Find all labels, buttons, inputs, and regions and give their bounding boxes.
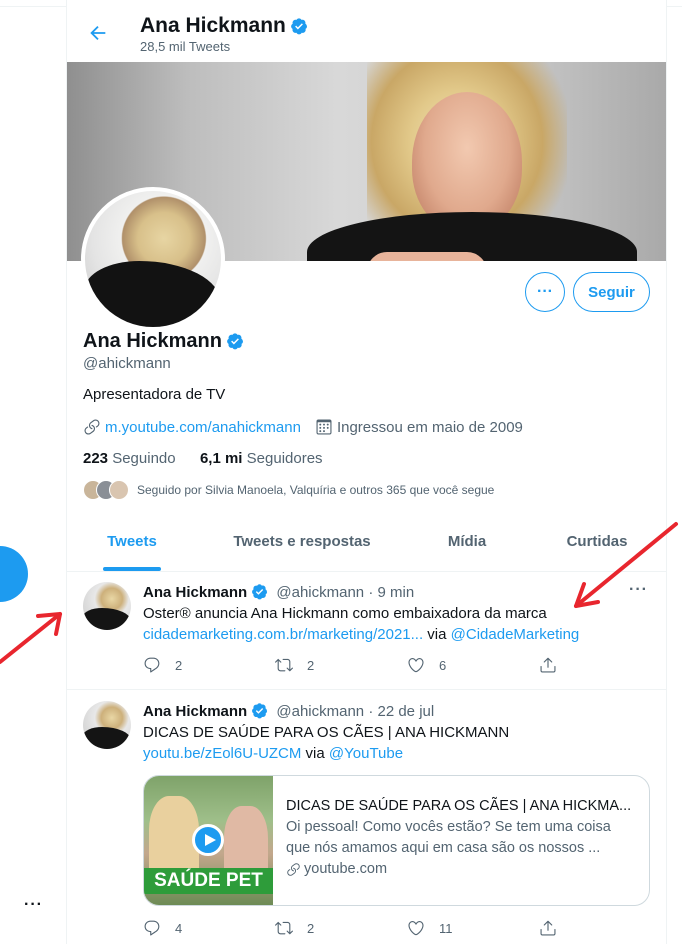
like-button[interactable]: 6	[407, 656, 446, 674]
share-button[interactable]	[539, 919, 571, 937]
profile-tabs: Tweets Tweets e respostas Mídia Curtidas	[67, 518, 666, 572]
tweet-link[interactable]: youtu.be/zEol6U-UZCM	[143, 745, 301, 762]
profile-column: Ana Hickmann 28,5 mil Tweets ··· Seguir …	[66, 0, 667, 944]
profile-name: Ana Hickmann	[83, 330, 244, 353]
tweet-actions: 4 2 11	[143, 919, 583, 939]
retweet-icon	[275, 921, 293, 935]
tweet-mention[interactable]: @YouTube	[329, 745, 403, 762]
verified-badge-icon	[227, 333, 243, 350]
tweet-avatar[interactable]	[83, 582, 131, 630]
back-arrow-icon[interactable]	[87, 22, 109, 44]
share-icon	[540, 657, 556, 673]
tweet-text: DICAS DE SAÚDE PARA OS CÃES | ANA HICKMA…	[143, 724, 510, 762]
tweet-handle: @ahickmann	[276, 584, 365, 601]
tweet-link[interactable]: cidademarketing.com.br/marketing/2021...	[143, 626, 423, 643]
tweet-compose-button[interactable]	[0, 546, 28, 602]
tweet-actions: 2 2 6	[143, 656, 583, 676]
tweet-time[interactable]: · 22 de jul	[368, 703, 434, 720]
followers-link[interactable]: 6,1 mi Seguidores	[200, 450, 323, 467]
tweet-avatar[interactable]	[83, 701, 131, 749]
profile-handle: @ahickmann	[83, 355, 171, 372]
profile-avatar[interactable]	[81, 187, 225, 331]
follower-avatar	[109, 480, 129, 500]
banner-hand	[367, 252, 487, 261]
retweet-button[interactable]: 2	[275, 919, 314, 937]
header-name: Ana Hickmann	[140, 14, 286, 37]
calendar-icon	[316, 419, 332, 435]
card-title: DICAS DE SAÚDE PARA OS CÃES | ANA HICKMA…	[286, 798, 632, 814]
retweet-button[interactable]: 2	[275, 656, 314, 674]
tweet-text: Oster® anuncia Ana Hickmann como embaixa…	[143, 605, 580, 643]
verified-badge-icon	[252, 584, 268, 600]
card-body: DICAS DE SAÚDE PARA OS CÃES | ANA HICKMA…	[286, 796, 636, 880]
tweet-mention[interactable]: @CidadeMarketing	[451, 626, 580, 643]
follow-button[interactable]: Seguir	[573, 272, 650, 312]
follow-stats: 223 Seguindo 6,1 mi Seguidores	[83, 450, 323, 467]
tweet-handle: @ahickmann	[276, 703, 365, 720]
play-icon[interactable]	[192, 824, 224, 856]
following-link[interactable]: 223 Seguindo	[83, 450, 176, 467]
banner-face	[412, 92, 522, 232]
link-icon	[84, 419, 100, 435]
tab-tweets[interactable]: Tweets	[67, 518, 197, 571]
reply-icon	[144, 920, 160, 936]
profile-website-link[interactable]: m.youtube.com/anahickmann	[105, 419, 301, 436]
more-button[interactable]: ···	[525, 272, 565, 312]
card-thumbnail: SAÚDE PET	[144, 776, 273, 905]
profile-header-bar: Ana Hickmann 28,5 mil Tweets	[67, 8, 666, 61]
tweet-header: Ana Hickmann @ahickmann · 22 de jul	[143, 702, 434, 720]
tab-likes[interactable]: Curtidas	[547, 518, 647, 571]
tweet-author[interactable]: Ana Hickmann	[143, 703, 247, 720]
heart-icon	[408, 658, 424, 673]
header-title: Ana Hickmann	[140, 14, 308, 38]
reply-button[interactable]: 2	[143, 656, 182, 674]
card-domain: youtube.com	[286, 859, 636, 880]
reply-icon	[144, 657, 160, 673]
profile-bio: Apresentadora de TV	[83, 386, 226, 403]
like-button[interactable]: 11	[407, 919, 453, 937]
tweet-header: Ana Hickmann @ahickmann · 9 min	[143, 583, 414, 601]
profile-meta: m.youtube.com/anahickmann Ingressou em m…	[83, 418, 523, 436]
link-preview-card[interactable]: SAÚDE PET DICAS DE SAÚDE PARA OS CÃES | …	[143, 775, 650, 906]
tweet-time[interactable]: · 9 min	[368, 584, 414, 601]
share-icon	[540, 920, 556, 936]
tweet-count: 28,5 mil Tweets	[140, 39, 231, 54]
verified-badge-icon	[291, 18, 307, 35]
tweet[interactable]: Ana Hickmann @ahickmann · 22 de jul DICA…	[67, 690, 666, 944]
tweet[interactable]: Ana Hickmann @ahickmann · 9 min ··· Oste…	[67, 571, 666, 690]
share-button[interactable]	[539, 656, 571, 674]
more-options-icon[interactable]: ···	[24, 896, 43, 914]
tweet-more-icon[interactable]: ···	[629, 581, 648, 599]
annotation-arrow-left	[0, 612, 62, 664]
card-description: Oi pessoal! Como vocês estão? Se tem uma…	[286, 819, 611, 856]
heart-icon	[408, 921, 424, 936]
retweet-icon	[275, 658, 293, 672]
tab-media[interactable]: Mídia	[422, 518, 512, 571]
followed-by[interactable]: Seguido por Silvia Manoela, Valquíria e …	[83, 480, 494, 500]
verified-badge-icon	[252, 703, 268, 719]
joined-date: Ingressou em maio de 2009	[336, 418, 523, 436]
link-icon	[287, 863, 300, 876]
tab-tweets-and-replies[interactable]: Tweets e respostas	[217, 518, 387, 571]
reply-button[interactable]: 4	[143, 919, 182, 937]
thumbnail-label: SAÚDE PET	[144, 868, 273, 894]
tweet-author[interactable]: Ana Hickmann	[143, 584, 247, 601]
